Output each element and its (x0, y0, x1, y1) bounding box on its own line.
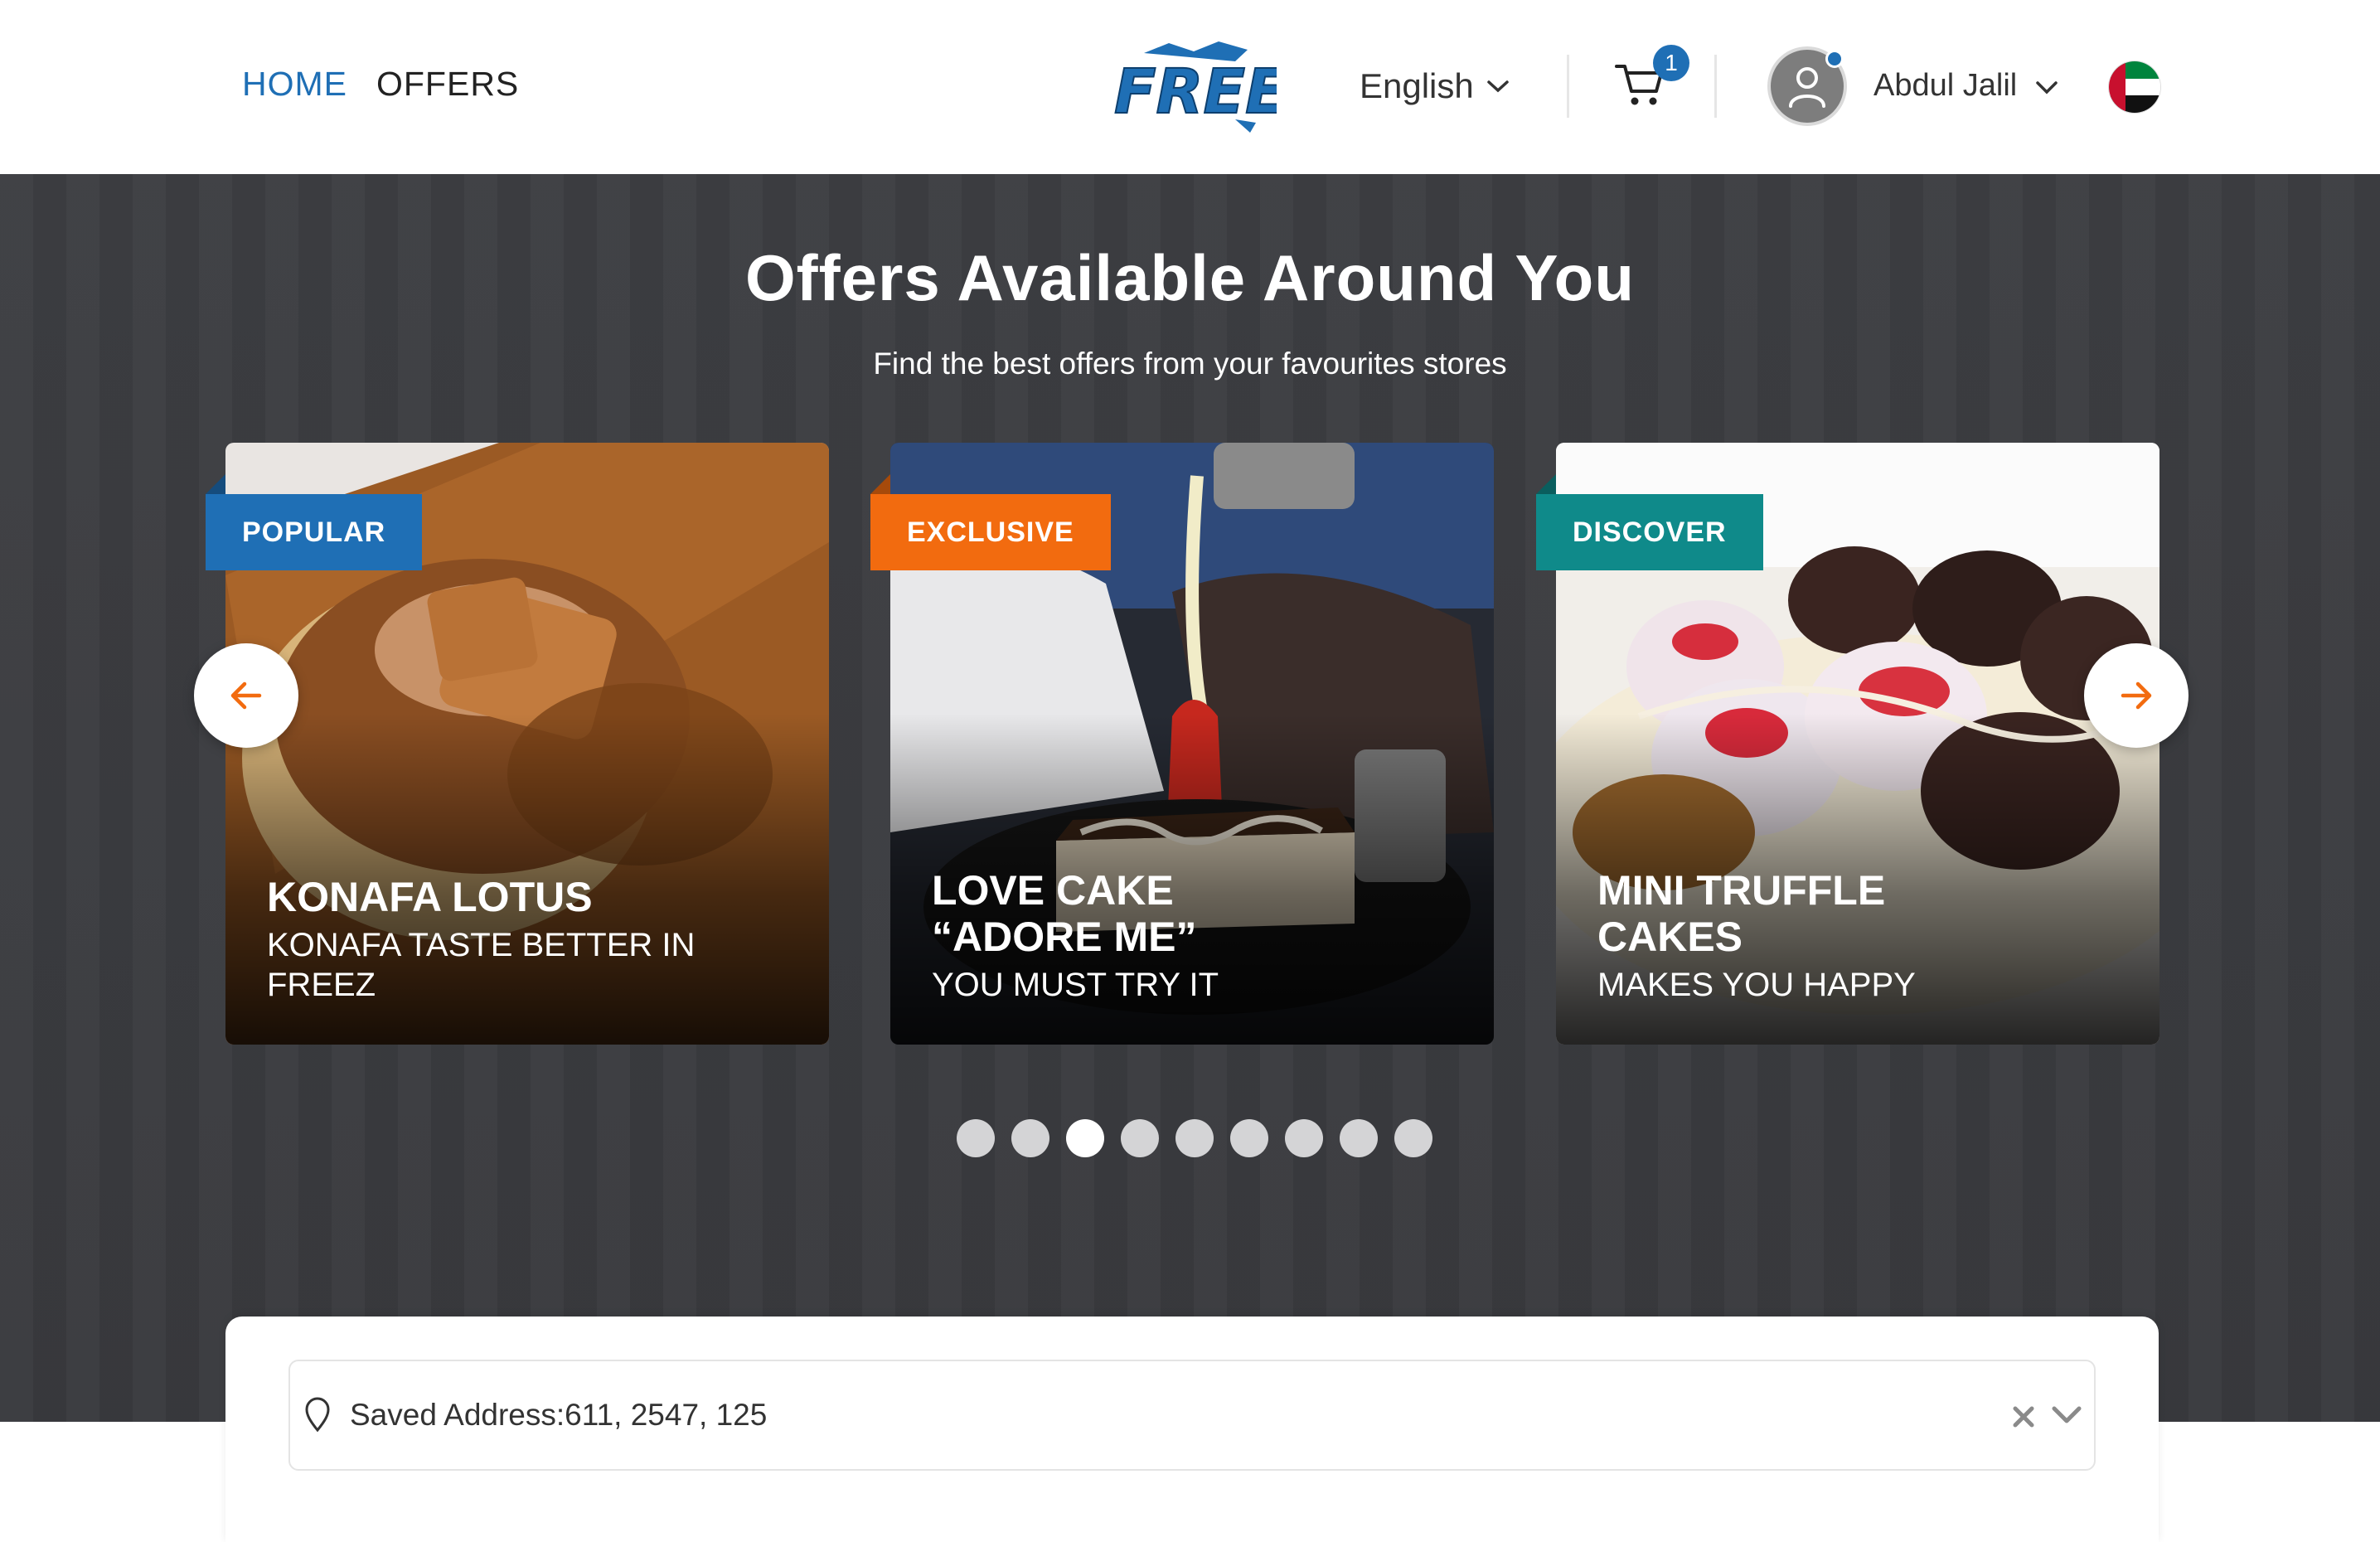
chevron-down-icon[interactable] (2034, 80, 2059, 96)
language-selector[interactable]: English (1360, 61, 1510, 111)
ribbon-fold (1536, 474, 1556, 494)
carousel-prev-button[interactable] (194, 643, 298, 748)
chevron-down-icon (1487, 80, 1509, 93)
carousel-dot[interactable] (1121, 1119, 1159, 1157)
uae-flag-icon[interactable] (2109, 61, 2160, 113)
card-title: LOVE CAKE “ADORE ME” (932, 867, 1197, 960)
carousel-next-button[interactable] (2084, 643, 2189, 748)
card-caption: MINI TRUFFLE CAKES MAKES YOU HAPPY (1597, 867, 2126, 1005)
top-navbar: HOME OFFERS FREEZ English 1 Abdul Jalil (0, 0, 2380, 174)
card-caption: LOVE CAKE “ADORE ME” YOU MUST TRY IT (932, 867, 1461, 1005)
divider (1714, 55, 1717, 118)
carousel-dot[interactable] (1285, 1119, 1323, 1157)
badge-exclusive: EXCLUSIVE (870, 494, 1111, 570)
user-name[interactable]: Abdul Jalil (1873, 68, 2017, 104)
badge-discover: DISCOVER (1536, 494, 1763, 570)
chevron-down-icon[interactable] (2051, 1404, 2082, 1426)
ribbon-fold (206, 474, 225, 494)
ribbon-fold (870, 474, 890, 494)
arrow-left-icon (230, 681, 262, 710)
card-description: KONAFA TASTE BETTER IN FREEZ (267, 927, 696, 1003)
divider (1567, 55, 1569, 118)
carousel-dot[interactable] (1175, 1119, 1214, 1157)
carousel-dot[interactable] (957, 1119, 995, 1157)
carousel-dot[interactable] (1340, 1119, 1378, 1157)
location-pin-icon (305, 1397, 330, 1433)
card-description: MAKES YOU HAPPY (1597, 967, 1916, 1003)
nav-home-link[interactable]: HOME (242, 65, 347, 104)
carousel-pagination (957, 1119, 1432, 1157)
carousel-dot[interactable] (1230, 1119, 1268, 1157)
user-icon (1789, 67, 1825, 108)
arrow-right-icon (2121, 681, 2152, 710)
carousel-dot[interactable] (1066, 1119, 1104, 1157)
cart-count-badge: 1 (1653, 45, 1689, 81)
saved-address-value: Saved Address:611, 2547, 125 (350, 1398, 768, 1432)
card-title: KONAFA LOTUS (267, 874, 593, 920)
svg-text:FREEZ: FREEZ (1114, 56, 1277, 128)
online-status-dot (1825, 50, 1844, 68)
carousel-dot[interactable] (1394, 1119, 1432, 1157)
card-caption: KONAFA LOTUS KONAFA TASTE BETTER IN FREE… (267, 874, 796, 1005)
badge-popular: POPULAR (206, 494, 423, 570)
nav-offers-link[interactable]: OFFERS (376, 65, 519, 104)
freez-logo[interactable]: FREEZ (1111, 36, 1277, 136)
card-description: YOU MUST TRY IT (932, 967, 1219, 1003)
carousel-dot[interactable] (1011, 1119, 1049, 1157)
card-title: MINI TRUFFLE CAKES (1597, 867, 1886, 960)
clear-icon[interactable] (2009, 1403, 2038, 1431)
page-subtitle: Find the best offers from your favourite… (873, 347, 1507, 381)
language-label: English (1360, 66, 1474, 105)
page-title: Offers Available Around You (745, 241, 1635, 314)
